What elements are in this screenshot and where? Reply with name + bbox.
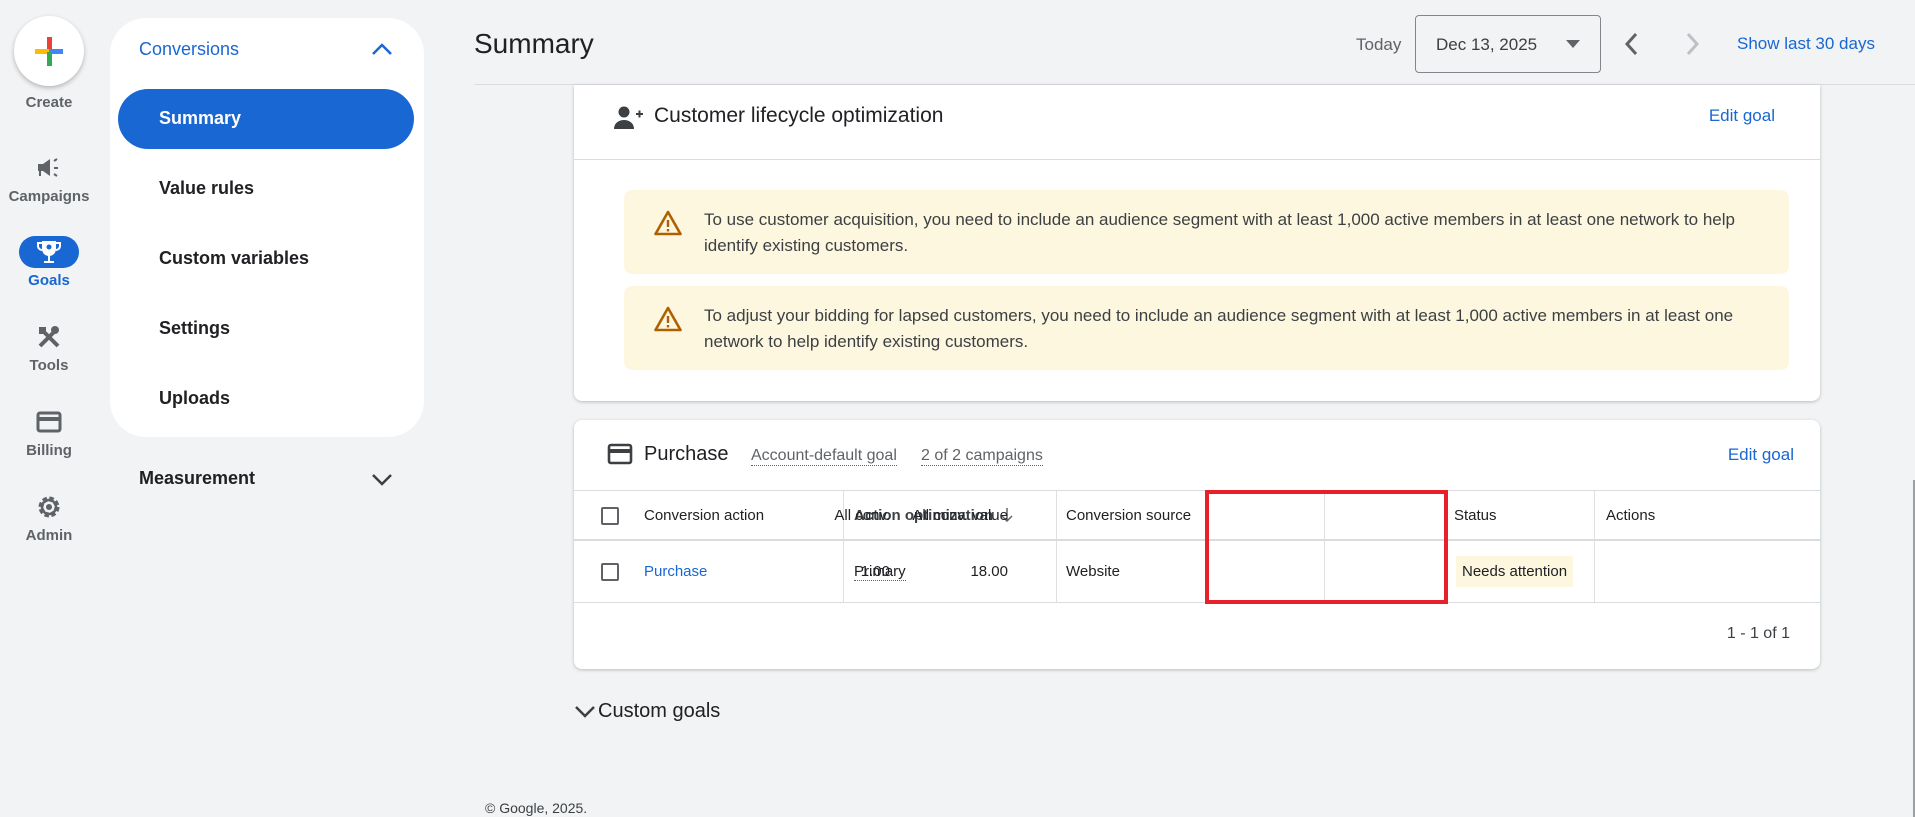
warning-banner: To use customer acquisition, you need to… <box>624 190 1789 274</box>
status-badge: Needs attention <box>1456 556 1574 587</box>
sidenav-item-summary[interactable]: Summary <box>159 108 241 129</box>
show-last-30-days-link[interactable]: Show last 30 days <box>1737 34 1875 54</box>
create-button[interactable] <box>14 16 84 86</box>
date-value: Dec 13, 2025 <box>1436 35 1538 54</box>
pagination-label: 1 - 1 of 1 <box>1726 625 1790 642</box>
rail-label: Billing <box>26 442 72 459</box>
page-title: Summary <box>474 28 594 59</box>
col-conversion-action[interactable]: Conversion action <box>644 491 764 539</box>
rail-label: Goals <box>28 272 70 289</box>
chevron-up-icon[interactable] <box>370 41 394 57</box>
warning-icon <box>654 210 682 236</box>
sidenav-item-custom-variables[interactable]: Custom variables <box>159 248 309 269</box>
campaigns-count[interactable]: 2 of 2 campaigns <box>921 447 1043 466</box>
warning-banner: To adjust your bidding for lapsed custom… <box>624 286 1789 370</box>
credit-card-icon <box>607 443 633 465</box>
today-label: Today <box>1356 35 1402 54</box>
warning-icon <box>654 306 682 332</box>
tools-icon <box>19 321 79 353</box>
purchase-title: Purchase <box>644 443 729 465</box>
warning-text: To use customer acquisition, you need to… <box>704 210 1735 255</box>
table-row: Purchase Primary Website 1.00 18.00 Need… <box>574 541 1820 603</box>
conversions-panel <box>110 18 424 437</box>
col-all-conv-value[interactable]: All conv. value <box>912 491 1008 539</box>
conversion-action-link[interactable]: Purchase <box>644 541 707 602</box>
chevron-right-icon[interactable] <box>1682 31 1702 57</box>
highlight-box <box>1205 490 1448 604</box>
trophy-icon <box>19 236 79 268</box>
col-status[interactable]: Status <box>1454 491 1497 539</box>
chevron-down-icon <box>575 705 595 718</box>
rail-admin[interactable]: Admin <box>0 491 98 544</box>
purchase-card: Purchase Account-default goal 2 of 2 cam… <box>574 420 1820 669</box>
footer-copyright: © Google, 2025. <box>485 800 588 816</box>
rail-campaigns[interactable]: Campaigns <box>0 152 98 205</box>
lifecycle-card: Customer lifecycle optimization Edit goa… <box>574 85 1820 401</box>
row-checkbox[interactable] <box>601 563 619 581</box>
edit-goal-link[interactable]: Edit goal <box>1709 106 1775 126</box>
megaphone-icon <box>19 152 79 184</box>
all-conv-value-amount: 18.00 <box>970 563 1008 580</box>
sidenav-item-value-rules[interactable]: Value rules <box>159 178 254 199</box>
edit-goal-link[interactable]: Edit goal <box>1728 445 1794 465</box>
rail-tools[interactable]: Tools <box>0 321 98 374</box>
rail-label: Tools <box>29 357 69 374</box>
divider <box>574 159 1820 160</box>
person-add-icon <box>614 106 643 129</box>
all-conv-value: 1.00 <box>860 563 890 580</box>
credit-card-icon <box>19 406 79 438</box>
rail-goals[interactable]: Goals <box>0 236 98 289</box>
select-all-checkbox[interactable] <box>601 507 619 525</box>
gear-icon <box>19 491 79 523</box>
dropdown-arrow-icon <box>1566 40 1580 48</box>
table-header: Conversion action Action optimization Co… <box>574 490 1820 541</box>
rail-label: Admin <box>25 527 73 544</box>
col-all-conv[interactable]: All conv. <box>834 491 890 539</box>
lifecycle-title: Customer lifecycle optimization <box>654 104 944 127</box>
warning-text: To adjust your bidding for lapsed custom… <box>704 306 1734 351</box>
source-value: Website <box>1066 563 1120 580</box>
chevron-down-icon[interactable] <box>370 472 394 488</box>
chevron-left-icon[interactable] <box>1622 31 1642 57</box>
rail-billing[interactable]: Billing <box>0 406 98 459</box>
date-picker[interactable]: Dec 13, 2025 <box>1415 15 1601 73</box>
create-label: Create <box>25 94 73 111</box>
plus-icon <box>35 37 63 66</box>
col-conversion-source[interactable]: Conversion source <box>1066 491 1191 539</box>
custom-goals-toggle[interactable]: Custom goals <box>574 700 720 723</box>
sidenav-item-uploads[interactable]: Uploads <box>159 388 230 409</box>
conversions-section[interactable]: Conversions <box>139 39 239 60</box>
custom-goals-label: Custom goals <box>598 700 721 722</box>
account-default-goal[interactable]: Account-default goal <box>751 447 897 466</box>
sidenav-item-settings[interactable]: Settings <box>159 318 230 339</box>
measurement-section[interactable]: Measurement <box>139 468 255 489</box>
rail-label: Campaigns <box>8 188 90 205</box>
col-actions: Actions <box>1606 506 1656 524</box>
